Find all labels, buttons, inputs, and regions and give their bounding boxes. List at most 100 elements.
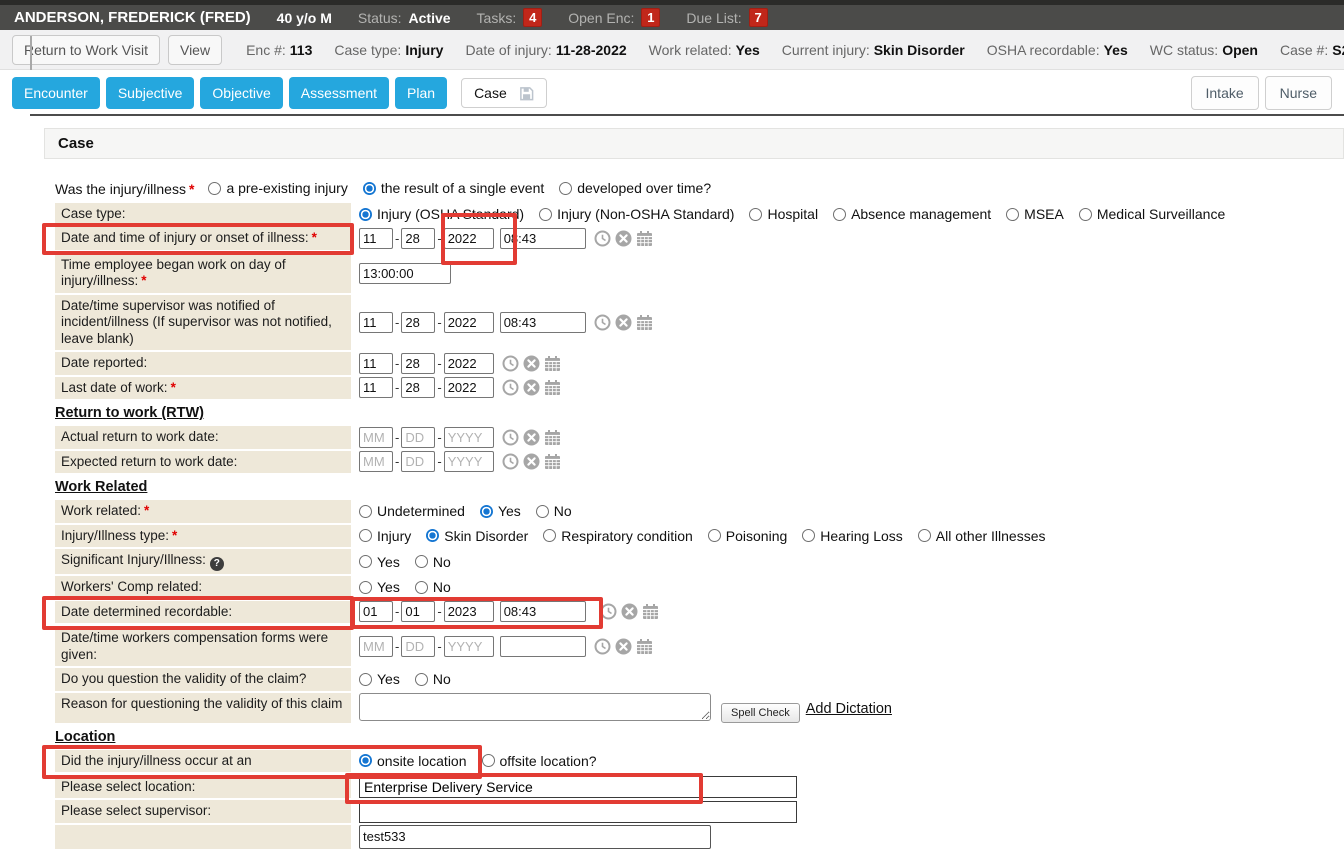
clock-icon[interactable] bbox=[594, 638, 611, 655]
radio-pre-existing-injury[interactable]: a pre-existing injury bbox=[208, 180, 347, 196]
clock-icon[interactable] bbox=[600, 603, 617, 620]
supervisor-day-input[interactable] bbox=[401, 312, 435, 333]
calendar-icon[interactable] bbox=[544, 453, 561, 470]
clock-icon[interactable] bbox=[502, 453, 519, 470]
reason-validity-textarea[interactable] bbox=[359, 693, 711, 721]
tab-case[interactable]: Case bbox=[461, 78, 547, 108]
radio-onsite-location[interactable]: onsite location bbox=[359, 753, 467, 769]
radio-injury-non-osha[interactable]: Injury (Non-OSHA Standard) bbox=[539, 206, 734, 222]
help-icon[interactable]: ? bbox=[210, 557, 224, 571]
radio-work-undetermined[interactable]: Undetermined bbox=[359, 503, 465, 519]
add-dictation-link[interactable]: Add Dictation bbox=[806, 701, 892, 717]
radio-validity-no[interactable]: No bbox=[415, 671, 451, 687]
partial-row-input[interactable] bbox=[359, 825, 711, 849]
radio-offsite-location[interactable]: offsite location? bbox=[482, 753, 597, 769]
clock-icon[interactable] bbox=[502, 379, 519, 396]
began-work-time-input[interactable] bbox=[359, 263, 451, 284]
supervisor-input[interactable] bbox=[359, 801, 797, 823]
radio-wc-yes[interactable]: Yes bbox=[359, 579, 400, 595]
radio-medical-surveillance[interactable]: Medical Surveillance bbox=[1079, 206, 1225, 222]
supervisor-month-input[interactable] bbox=[359, 312, 393, 333]
tasks-count-badge[interactable]: 4 bbox=[523, 8, 542, 27]
calendar-icon[interactable] bbox=[636, 314, 653, 331]
wc-forms-day-input[interactable] bbox=[401, 636, 435, 657]
recordable-month-input[interactable] bbox=[359, 601, 393, 622]
due-list-count-badge[interactable]: 7 bbox=[749, 8, 768, 27]
last-work-day-input[interactable] bbox=[401, 377, 435, 398]
wc-forms-time-input[interactable] bbox=[500, 636, 586, 657]
radio-hospital[interactable]: Hospital bbox=[749, 206, 818, 222]
radio-injury-osha[interactable]: Injury (OSHA Standard) bbox=[359, 206, 524, 222]
radio-type-skin-disorder[interactable]: Skin Disorder bbox=[426, 528, 528, 544]
injury-year-input[interactable] bbox=[444, 228, 494, 249]
actual-rtw-day-input[interactable] bbox=[401, 427, 435, 448]
radio-significant-yes[interactable]: Yes bbox=[359, 554, 400, 570]
supervisor-time-input[interactable] bbox=[500, 312, 586, 333]
supervisor-year-input[interactable] bbox=[444, 312, 494, 333]
return-to-work-visit-button[interactable]: Return to Work Visit bbox=[12, 35, 160, 65]
actual-rtw-year-input[interactable] bbox=[444, 427, 494, 448]
clear-icon[interactable] bbox=[621, 603, 638, 620]
injury-time-input[interactable] bbox=[500, 228, 586, 249]
reported-day-input[interactable] bbox=[401, 353, 435, 374]
clock-icon[interactable] bbox=[502, 429, 519, 446]
last-work-month-input[interactable] bbox=[359, 377, 393, 398]
radio-type-all-other[interactable]: All other Illnesses bbox=[918, 528, 1046, 544]
calendar-icon[interactable] bbox=[642, 603, 659, 620]
recordable-year-input[interactable] bbox=[444, 601, 494, 622]
recordable-day-input[interactable] bbox=[401, 601, 435, 622]
tab-subjective[interactable]: Subjective bbox=[106, 77, 195, 109]
open-enc-count-badge[interactable]: 1 bbox=[641, 8, 660, 27]
radio-type-injury[interactable]: Injury bbox=[359, 528, 411, 544]
reported-month-input[interactable] bbox=[359, 353, 393, 374]
radio-validity-yes[interactable]: Yes bbox=[359, 671, 400, 687]
nurse-button[interactable]: Nurse bbox=[1265, 76, 1332, 110]
radio-msea[interactable]: MSEA bbox=[1006, 206, 1064, 222]
calendar-icon[interactable] bbox=[636, 638, 653, 655]
tab-assessment[interactable]: Assessment bbox=[289, 77, 389, 109]
clear-icon[interactable] bbox=[615, 638, 632, 655]
clear-icon[interactable] bbox=[523, 379, 540, 396]
radio-significant-no[interactable]: No bbox=[415, 554, 451, 570]
clear-icon[interactable] bbox=[523, 453, 540, 470]
calendar-icon[interactable] bbox=[544, 379, 561, 396]
injury-day-input[interactable] bbox=[401, 228, 435, 249]
view-button[interactable]: View bbox=[168, 35, 222, 65]
radio-type-hearing-loss[interactable]: Hearing Loss bbox=[802, 528, 903, 544]
wc-forms-year-input[interactable] bbox=[444, 636, 494, 657]
radio-type-respiratory[interactable]: Respiratory condition bbox=[543, 528, 693, 544]
radio-developed-over-time[interactable]: developed over time? bbox=[559, 180, 711, 196]
location-input[interactable] bbox=[359, 776, 797, 798]
expected-rtw-month-input[interactable] bbox=[359, 451, 393, 472]
calendar-icon[interactable] bbox=[544, 355, 561, 372]
clear-icon[interactable] bbox=[615, 314, 632, 331]
injury-month-input[interactable] bbox=[359, 228, 393, 249]
clear-icon[interactable] bbox=[523, 429, 540, 446]
clear-icon[interactable] bbox=[615, 230, 632, 247]
expected-rtw-year-input[interactable] bbox=[444, 451, 494, 472]
tab-encounter[interactable]: Encounter bbox=[12, 77, 100, 109]
clock-icon[interactable] bbox=[594, 314, 611, 331]
actual-rtw-month-input[interactable] bbox=[359, 427, 393, 448]
radio-type-poisoning[interactable]: Poisoning bbox=[708, 528, 788, 544]
last-work-year-input[interactable] bbox=[444, 377, 494, 398]
tab-plan[interactable]: Plan bbox=[395, 77, 447, 109]
wc-forms-month-input[interactable] bbox=[359, 636, 393, 657]
save-icon[interactable] bbox=[519, 86, 534, 101]
clock-icon[interactable] bbox=[502, 355, 519, 372]
intake-button[interactable]: Intake bbox=[1191, 76, 1259, 110]
radio-wc-no[interactable]: No bbox=[415, 579, 451, 595]
calendar-icon[interactable] bbox=[636, 230, 653, 247]
spell-check-button[interactable]: Spell Check bbox=[721, 703, 800, 723]
recordable-time-input[interactable] bbox=[500, 601, 586, 622]
radio-work-no[interactable]: No bbox=[536, 503, 572, 519]
expected-rtw-day-input[interactable] bbox=[401, 451, 435, 472]
radio-work-yes[interactable]: Yes bbox=[480, 503, 521, 519]
clock-icon[interactable] bbox=[594, 230, 611, 247]
reported-year-input[interactable] bbox=[444, 353, 494, 374]
radio-absence-management[interactable]: Absence management bbox=[833, 206, 991, 222]
tab-objective[interactable]: Objective bbox=[200, 77, 282, 109]
calendar-icon[interactable] bbox=[544, 429, 561, 446]
clear-icon[interactable] bbox=[523, 355, 540, 372]
radio-single-event[interactable]: the result of a single event bbox=[363, 180, 544, 196]
